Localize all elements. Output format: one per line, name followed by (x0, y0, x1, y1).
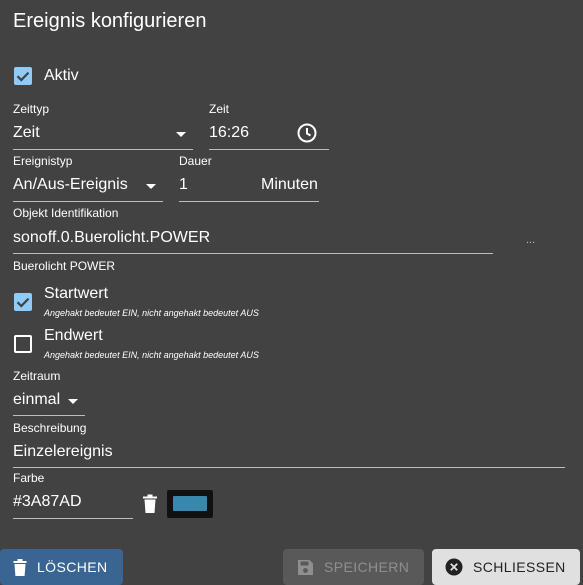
event-type-value: An/Aus-Ereignis (13, 176, 128, 193)
color-input[interactable]: #3A87AD (13, 493, 82, 511)
duration-underline (179, 201, 319, 202)
description-caption: Beschreibung (13, 421, 87, 435)
delete-button-label: LÖSCHEN (37, 559, 108, 575)
description-underline (13, 467, 565, 468)
time-type-caption: Zeittyp (13, 102, 50, 116)
clock-icon[interactable] (296, 122, 318, 144)
chevron-down-icon (146, 184, 156, 189)
end-value-hint: Angehakt bedeutet EIN, nicht angehakt be… (44, 350, 259, 360)
period-value: einmal (13, 391, 61, 408)
close-button[interactable]: SCHLIESSEN (432, 549, 580, 585)
object-id-caption: Objekt Identifikation (13, 206, 119, 220)
chevron-down-icon (68, 399, 78, 404)
period-select[interactable]: einmal (13, 389, 85, 415)
chevron-down-icon (176, 132, 186, 137)
start-value-hint: Angehakt bedeutet EIN, nicht angehakt be… (44, 308, 259, 318)
save-button[interactable]: SPEICHERN (283, 549, 424, 585)
dialog-title: Ereignis konfigurieren (13, 10, 207, 32)
period-underline (13, 415, 85, 416)
trash-icon (13, 558, 27, 576)
delete-button[interactable]: LÖSCHEN (0, 549, 123, 585)
trash-icon[interactable] (141, 494, 159, 514)
color-swatch (173, 496, 207, 511)
color-caption: Farbe (13, 471, 45, 485)
event-type-select[interactable]: An/Aus-Ereignis (13, 174, 163, 202)
time-input[interactable]: 16:26 (209, 124, 249, 142)
end-value-checkbox[interactable] (14, 335, 32, 353)
save-icon (298, 559, 313, 575)
duration-caption: Dauer (179, 154, 212, 168)
time-type-value: Zeit (13, 124, 40, 141)
object-id-input[interactable]: sonoff.0.Buerolicht.POWER (13, 229, 210, 247)
object-id-underline (13, 253, 493, 254)
start-value-checkbox[interactable] (14, 293, 32, 311)
select-object-button[interactable]: ... (526, 234, 535, 246)
event-type-underline (13, 201, 163, 202)
time-type-underline (13, 149, 193, 150)
duration-input[interactable]: 1 (179, 176, 188, 194)
color-picker[interactable] (167, 490, 213, 518)
duration-unit: Minuten (261, 176, 318, 193)
start-value-label: Startwert (44, 285, 109, 302)
save-button-label: SPEICHERN (324, 559, 410, 575)
event-type-caption: Ereignistyp (13, 154, 73, 168)
period-caption: Zeitraum (13, 369, 61, 383)
color-underline (13, 518, 133, 519)
object-name: Buerolicht POWER (13, 259, 116, 273)
time-type-select[interactable]: Zeit (13, 122, 193, 150)
active-label: Aktiv (44, 67, 79, 84)
close-icon (445, 558, 463, 576)
check-icon (16, 297, 30, 308)
end-value-label: Endwert (44, 327, 103, 344)
time-caption: Zeit (209, 102, 230, 116)
time-underline (209, 149, 329, 150)
active-checkbox[interactable] (14, 67, 32, 85)
close-button-label: SCHLIESSEN (473, 559, 566, 575)
description-input[interactable]: Einzelereignis (13, 443, 113, 461)
check-icon (16, 71, 30, 82)
